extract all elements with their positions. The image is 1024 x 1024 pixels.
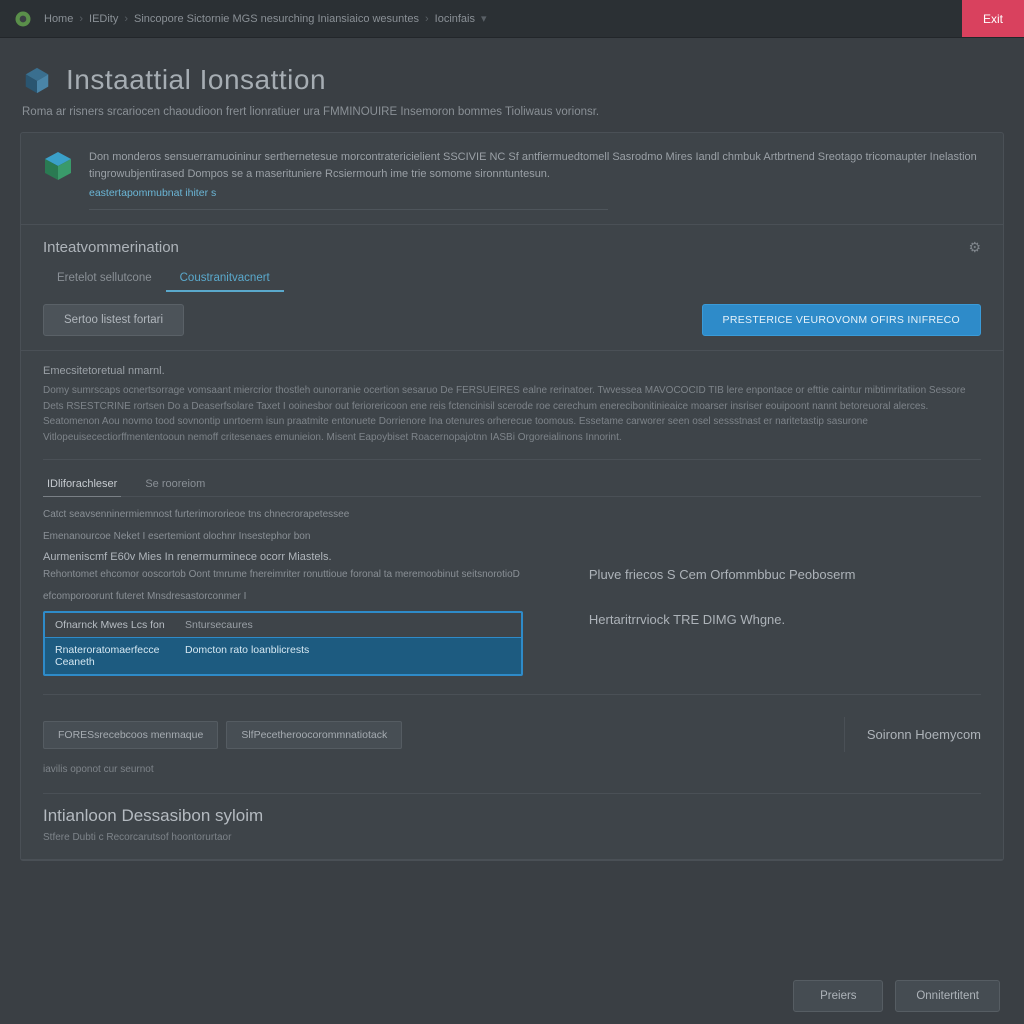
recommendation-section: ⚙ Inteatvommerination Eretelot sellutcon… bbox=[21, 225, 1003, 351]
breadcrumb-item[interactable]: IEDity bbox=[89, 13, 118, 25]
top-bar: Home› IEDity› Sincopore Sictornie MGS ne… bbox=[0, 0, 1024, 38]
table-row[interactable]: Ofnarnck Mwes Lcs fon Sntursecaures bbox=[45, 613, 521, 637]
meta-line: Rehontomet ehcomor ooscortob Oont tmrume… bbox=[43, 567, 559, 583]
subtab-active[interactable]: IDliforachleser bbox=[43, 472, 121, 497]
gear-icon[interactable]: ⚙ bbox=[968, 239, 981, 256]
cell-label: Rnateroratomaerfecce Ceaneth bbox=[45, 638, 175, 674]
breadcrumb: Home› IEDity› Sincopore Sictornie MGS ne… bbox=[44, 12, 487, 25]
meta-line: efcomporoorunt futeret Mnsdresastorconme… bbox=[43, 589, 559, 605]
tab-active[interactable]: Coustranitvacnert bbox=[166, 266, 284, 292]
description-section: Emecsitetoretual nmarnl. Domy sumrscaps … bbox=[21, 351, 1003, 860]
cell-value: Sntursecaures bbox=[175, 613, 521, 637]
inner-sub: Stfere Dubti c Recorcarutsof hoontorurta… bbox=[43, 830, 981, 845]
side-action-link[interactable]: Soironn Hoemycom bbox=[844, 717, 981, 752]
chip-button-1[interactable]: FORESsrecebcoos menmaque bbox=[43, 721, 218, 749]
breadcrumb-item[interactable]: Iocinfais bbox=[435, 13, 475, 25]
section-title: Inteatvommerination bbox=[43, 239, 981, 256]
notice-text: Don monderos sensuerramuoininur serthern… bbox=[89, 149, 983, 183]
main-panel: Don monderos sensuerramuoininur serthern… bbox=[20, 132, 1004, 861]
info-notice: Don monderos sensuerramuoininur serthern… bbox=[21, 133, 1003, 225]
cell-label: Ofnarnck Mwes Lcs fon bbox=[45, 613, 175, 637]
breadcrumb-item[interactable]: Sincopore Sictornie MGS nesurching Inian… bbox=[134, 13, 419, 25]
wizard-footer: Preiers Onnitertitent bbox=[793, 980, 1000, 1012]
meta-line: Catct seavsenninermiemnost furterimorori… bbox=[43, 507, 559, 523]
side-link-2[interactable]: Hertaritrrviock TRE DIMG Whgne. bbox=[589, 612, 981, 627]
previous-button[interactable]: Preiers bbox=[793, 980, 883, 1012]
chip-button-2[interactable]: SlfPecetheroocorommnatiotack bbox=[226, 721, 402, 749]
page-title: Instaattial Ionsattion bbox=[66, 64, 326, 96]
next-button[interactable]: Onnitertitent bbox=[895, 980, 1000, 1012]
tab-inactive[interactable]: Eretelot sellutcone bbox=[43, 266, 166, 292]
page-header: Instaattial Ionsattion bbox=[0, 38, 1024, 106]
inner-heading: Intianloon Dessasibon syloim bbox=[43, 806, 981, 826]
table-row-selected[interactable]: Rnateroratomaerfecce Ceaneth Domcton rat… bbox=[45, 637, 521, 674]
cell-value: Domcton rato loanblicrests bbox=[175, 638, 521, 674]
primary-action-button[interactable]: PRESTERICE VEUROVONM OFIRS INIFRECO bbox=[702, 304, 981, 336]
side-link-1[interactable]: Pluve friecos S Cem Orfommbbuc Peoboserm bbox=[589, 567, 981, 582]
notice-link[interactable]: eastertapommubnat ihiter s bbox=[89, 187, 216, 199]
exit-button[interactable]: Exit bbox=[962, 0, 1024, 37]
info-cube-icon bbox=[41, 149, 75, 183]
sub-tabs: IDliforachleser Se rooreiom bbox=[43, 472, 981, 497]
divider bbox=[43, 793, 981, 794]
breadcrumb-item[interactable]: Home bbox=[44, 13, 73, 25]
app-logo-icon bbox=[12, 8, 34, 30]
subtab-inactive[interactable]: Se rooreiom bbox=[141, 472, 209, 496]
reco-tabs: Eretelot sellutcone Coustranitvacnert bbox=[43, 266, 981, 292]
footnote: iavilis oponot cur seurnot bbox=[43, 758, 981, 785]
meta-line: Emenanourcoe Neket I esertemiont olochnr… bbox=[43, 529, 559, 545]
divider bbox=[89, 209, 608, 210]
desc-title: Emecsitetoretual nmarnl. bbox=[43, 365, 981, 377]
divider bbox=[43, 694, 981, 695]
selection-table[interactable]: Ofnarnck Mwes Lcs fon Sntursecaures Rnat… bbox=[43, 611, 523, 676]
desc-body: Domy sumrscaps ocnertsorrage vomsaant mi… bbox=[43, 383, 981, 445]
cube-icon bbox=[22, 65, 52, 95]
chip-row: FORESsrecebcoos menmaque SlfPecetherooco… bbox=[43, 707, 981, 758]
page-subtitle: Roma ar risners srcariocen chaoudioon fr… bbox=[0, 106, 1024, 132]
meta-heading: Aurmeniscmf E60v Mies In renermurminece … bbox=[43, 551, 559, 563]
secondary-action-button[interactable]: Sertoo listest fortari bbox=[43, 304, 184, 336]
divider bbox=[43, 459, 981, 460]
